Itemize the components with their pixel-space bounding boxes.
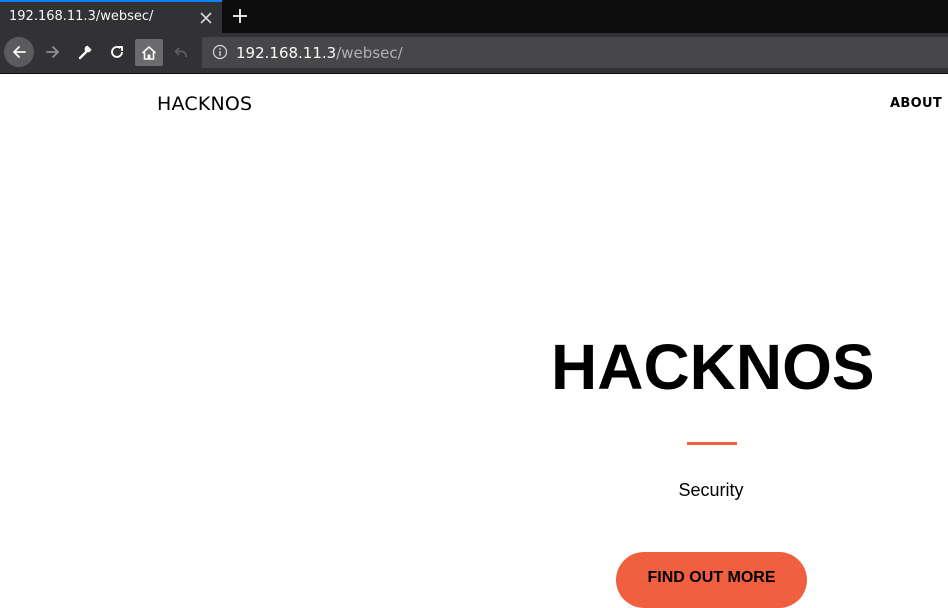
reload-button[interactable] [102,37,132,67]
tab-active[interactable]: 192.168.11.3/websec/ [0,0,222,33]
reload-icon [111,46,123,58]
hero-title: HACKNOS [551,331,875,403]
tab-title: 192.168.11.3/websec/ [9,9,154,24]
forward-icon [46,46,59,58]
close-icon[interactable] [198,10,214,26]
web-page: HACKNOS ABOUT HACKNOS Security FIND OUT … [0,74,948,608]
info-icon[interactable] [212,44,228,60]
url-host: 192.168.11.3 [236,44,337,62]
forward-button[interactable] [38,37,68,67]
url-bar[interactable]: 192.168.11.3/websec/ [202,37,948,68]
plus-icon[interactable] [230,6,250,26]
tab-strip: 192.168.11.3/websec/ [0,0,948,33]
hero-subtitle: Security [678,480,744,500]
back-button[interactable] [4,37,34,67]
url-text[interactable]: 192.168.11.3/websec/ [236,44,403,62]
navigation-toolbar: 192.168.11.3/websec/ [0,33,948,74]
undo-icon [174,47,187,57]
wrench-icon [78,44,93,60]
home-icon [141,45,157,60]
browser-chrome: 192.168.11.3/websec/ 192.168.11.3/websec… [0,0,948,74]
nav-link-about[interactable]: ABOUT [890,96,942,111]
undo-button[interactable] [166,37,196,67]
find-out-more-button[interactable]: FIND OUT MORE [616,552,807,608]
home-button[interactable] [135,39,163,66]
url-path: /websec/ [336,44,403,62]
hero-divider [687,442,737,445]
site-brand-link[interactable]: HACKNOS [157,93,252,115]
back-icon [13,46,26,58]
tools-button[interactable] [70,37,100,67]
